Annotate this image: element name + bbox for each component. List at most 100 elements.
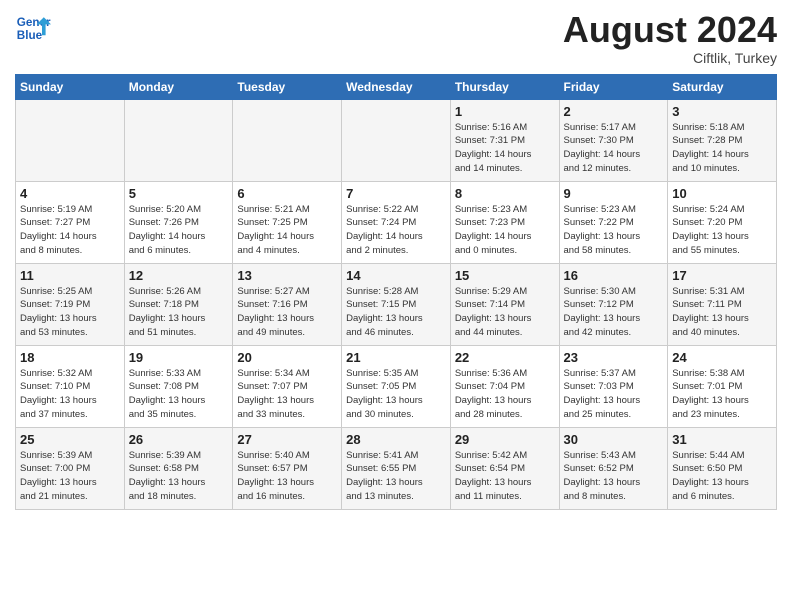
calendar-body: 1Sunrise: 5:16 AM Sunset: 7:31 PM Daylig… [16,99,777,509]
day-info: Sunrise: 5:36 AM Sunset: 7:04 PM Dayligh… [455,367,555,422]
day-info: Sunrise: 5:23 AM Sunset: 7:22 PM Dayligh… [564,203,664,258]
col-header-sunday: Sunday [16,74,125,99]
day-number: 13 [237,268,337,283]
day-cell: 6 Sunrise: 5:21 AM Sunset: 7:25 PM Daylig… [233,181,342,263]
day-cell: 18 Sunrise: 5:32 AM Sunset: 7:10 PM Dayli… [16,345,125,427]
day-number: 6 [237,186,337,201]
day-cell: 21 Sunrise: 5:35 AM Sunset: 7:05 PM Dayli… [342,345,451,427]
day-info: Sunrise: 5:44 AM Sunset: 6:50 PM Dayligh… [672,449,772,504]
day-cell: 29 Sunrise: 5:42 AM Sunset: 6:54 PM Dayli… [450,427,559,509]
day-number: 2 [564,104,664,119]
col-header-friday: Friday [559,74,668,99]
day-cell: 31Sunrise: 5:44 AM Sunset: 6:50 PM Dayli… [668,427,777,509]
day-info: Sunrise: 5:37 AM Sunset: 7:03 PM Dayligh… [564,367,664,422]
day-number: 22 [455,350,555,365]
day-cell: 24 Sunrise: 5:38 AM Sunset: 7:01 PM Dayli… [668,345,777,427]
day-cell: 25Sunrise: 5:39 AM Sunset: 7:00 PM Dayli… [16,427,125,509]
day-number: 19 [129,350,229,365]
day-number: 26 [129,432,229,447]
day-cell: 28 Sunrise: 5:41 AM Sunset: 6:55 PM Dayli… [342,427,451,509]
day-cell: 14Sunrise: 5:28 AM Sunset: 7:15 PM Dayli… [342,263,451,345]
day-cell: 15 Sunrise: 5:29 AM Sunset: 7:14 PM Dayli… [450,263,559,345]
day-info: Sunrise: 5:24 AM Sunset: 7:20 PM Dayligh… [672,203,772,258]
day-info: Sunrise: 5:39 AM Sunset: 6:58 PM Dayligh… [129,449,229,504]
day-number: 12 [129,268,229,283]
day-number: 20 [237,350,337,365]
day-info: Sunrise: 5:17 AM Sunset: 7:30 PM Dayligh… [564,121,664,176]
day-number: 4 [20,186,120,201]
day-cell: 17 Sunrise: 5:31 AM Sunset: 7:11 PM Dayli… [668,263,777,345]
day-cell: 16 Sunrise: 5:30 AM Sunset: 7:12 PM Dayli… [559,263,668,345]
title-block: August 2024 Ciftlik, Turkey [563,10,777,66]
day-cell [233,99,342,181]
day-number: 5 [129,186,229,201]
day-info: Sunrise: 5:18 AM Sunset: 7:28 PM Dayligh… [672,121,772,176]
day-number: 15 [455,268,555,283]
day-number: 11 [20,268,120,283]
day-info: Sunrise: 5:38 AM Sunset: 7:01 PM Dayligh… [672,367,772,422]
week-row-2: 4 Sunrise: 5:19 AM Sunset: 7:27 PM Daylig… [16,181,777,263]
day-number: 21 [346,350,446,365]
day-cell: 9 Sunrise: 5:23 AM Sunset: 7:22 PM Daylig… [559,181,668,263]
logo: General Blue [15,10,51,46]
day-number: 18 [20,350,120,365]
day-info: Sunrise: 5:41 AM Sunset: 6:55 PM Dayligh… [346,449,446,504]
header-row: SundayMondayTuesdayWednesdayThursdayFrid… [16,74,777,99]
day-info: Sunrise: 5:19 AM Sunset: 7:27 PM Dayligh… [20,203,120,258]
day-info: Sunrise: 5:16 AM Sunset: 7:31 PM Dayligh… [455,121,555,176]
day-cell: 7 Sunrise: 5:22 AM Sunset: 7:24 PM Daylig… [342,181,451,263]
day-cell: 26 Sunrise: 5:39 AM Sunset: 6:58 PM Dayli… [124,427,233,509]
day-number: 17 [672,268,772,283]
month-title: August 2024 [563,10,777,50]
day-number: 7 [346,186,446,201]
day-number: 8 [455,186,555,201]
day-cell: 20 Sunrise: 5:34 AM Sunset: 7:07 PM Dayli… [233,345,342,427]
day-number: 24 [672,350,772,365]
day-cell: 5 Sunrise: 5:20 AM Sunset: 7:26 PM Daylig… [124,181,233,263]
header: General Blue August 2024 Ciftlik, Turkey [15,10,777,66]
day-number: 28 [346,432,446,447]
day-cell: 4 Sunrise: 5:19 AM Sunset: 7:27 PM Daylig… [16,181,125,263]
day-cell [16,99,125,181]
day-info: Sunrise: 5:22 AM Sunset: 7:24 PM Dayligh… [346,203,446,258]
day-info: Sunrise: 5:20 AM Sunset: 7:26 PM Dayligh… [129,203,229,258]
svg-text:Blue: Blue [17,29,43,42]
day-info: Sunrise: 5:25 AM Sunset: 7:19 PM Dayligh… [20,285,120,340]
logo-icon: General Blue [15,10,51,46]
day-cell: 13 Sunrise: 5:27 AM Sunset: 7:16 PM Dayli… [233,263,342,345]
day-info: Sunrise: 5:33 AM Sunset: 7:08 PM Dayligh… [129,367,229,422]
day-cell: 30 Sunrise: 5:43 AM Sunset: 6:52 PM Dayli… [559,427,668,509]
day-number: 30 [564,432,664,447]
day-number: 3 [672,104,772,119]
day-cell: 10 Sunrise: 5:24 AM Sunset: 7:20 PM Dayli… [668,181,777,263]
location: Ciftlik, Turkey [563,50,777,66]
day-cell: 11 Sunrise: 5:25 AM Sunset: 7:19 PM Dayli… [16,263,125,345]
day-info: Sunrise: 5:23 AM Sunset: 7:23 PM Dayligh… [455,203,555,258]
day-number: 9 [564,186,664,201]
day-info: Sunrise: 5:29 AM Sunset: 7:14 PM Dayligh… [455,285,555,340]
day-number: 10 [672,186,772,201]
col-header-thursday: Thursday [450,74,559,99]
day-info: Sunrise: 5:32 AM Sunset: 7:10 PM Dayligh… [20,367,120,422]
day-number: 14 [346,268,446,283]
day-info: Sunrise: 5:21 AM Sunset: 7:25 PM Dayligh… [237,203,337,258]
day-info: Sunrise: 5:30 AM Sunset: 7:12 PM Dayligh… [564,285,664,340]
day-info: Sunrise: 5:43 AM Sunset: 6:52 PM Dayligh… [564,449,664,504]
day-info: Sunrise: 5:35 AM Sunset: 7:05 PM Dayligh… [346,367,446,422]
calendar-table: SundayMondayTuesdayWednesdayThursdayFrid… [15,74,777,510]
day-number: 27 [237,432,337,447]
col-header-tuesday: Tuesday [233,74,342,99]
day-info: Sunrise: 5:31 AM Sunset: 7:11 PM Dayligh… [672,285,772,340]
day-cell: 19 Sunrise: 5:33 AM Sunset: 7:08 PM Dayli… [124,345,233,427]
day-info: Sunrise: 5:27 AM Sunset: 7:16 PM Dayligh… [237,285,337,340]
day-cell: 2 Sunrise: 5:17 AM Sunset: 7:30 PM Daylig… [559,99,668,181]
day-cell: 1Sunrise: 5:16 AM Sunset: 7:31 PM Daylig… [450,99,559,181]
day-cell: 3 Sunrise: 5:18 AM Sunset: 7:28 PM Daylig… [668,99,777,181]
day-cell: 12Sunrise: 5:26 AM Sunset: 7:18 PM Dayli… [124,263,233,345]
day-info: Sunrise: 5:40 AM Sunset: 6:57 PM Dayligh… [237,449,337,504]
day-number: 16 [564,268,664,283]
day-info: Sunrise: 5:34 AM Sunset: 7:07 PM Dayligh… [237,367,337,422]
day-number: 23 [564,350,664,365]
day-info: Sunrise: 5:42 AM Sunset: 6:54 PM Dayligh… [455,449,555,504]
day-number: 29 [455,432,555,447]
